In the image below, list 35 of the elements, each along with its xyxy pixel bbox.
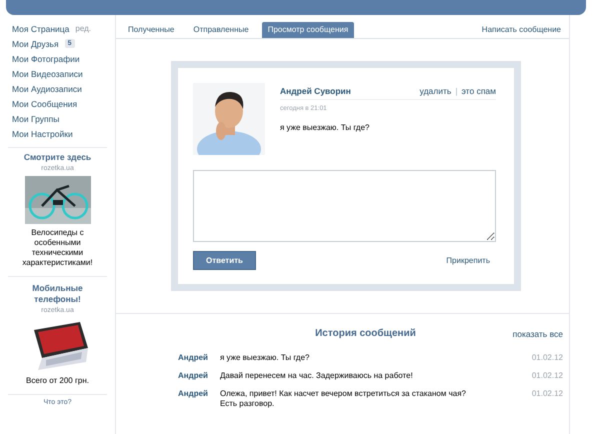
- sender-name[interactable]: Андрей: [178, 371, 220, 381]
- author-name[interactable]: Андрей Суворин: [280, 86, 351, 96]
- message-date: 01.02.12: [532, 353, 563, 363]
- history-text: Олежа, привет! Как насчет вечером встретиться за стаканом чая? Есть разговор.: [220, 389, 467, 409]
- menu-link[interactable]: Мои Друзья: [12, 38, 59, 48]
- menu-link[interactable]: Мои Сообщения: [12, 98, 78, 108]
- menu-link[interactable]: Моя Страница: [12, 24, 70, 34]
- tab[interactable]: Просмотр сообщения: [262, 22, 354, 38]
- message-text: я уже выезжаю. Ты где?: [280, 123, 370, 132]
- action-link[interactable]: удалить: [420, 86, 452, 96]
- sender-name[interactable]: Андрей: [178, 353, 220, 363]
- message-date: 01.02.12: [532, 371, 563, 381]
- show-all-link[interactable]: показать все: [512, 328, 563, 338]
- separator: |: [455, 86, 458, 96]
- menu-link[interactable]: Мои Фотографии: [12, 54, 80, 64]
- message-date: 01.02.12: [532, 389, 563, 400]
- tab[interactable]: Отправленные: [187, 22, 255, 38]
- compose-link[interactable]: Написать сообщение: [482, 25, 561, 38]
- ad-text: Всего от 200 грн.: [25, 376, 90, 386]
- menu-link[interactable]: Мои Группы: [12, 114, 60, 124]
- history-text: я уже выезжаю. Ты где?: [220, 353, 310, 363]
- history-text: Давай перенесем на час. Задерживаюсь на работе!: [220, 371, 414, 381]
- ad-title[interactable]: Смотрите здесь: [18, 152, 98, 163]
- ad-text: Велосипеды с особенными техническими характеристиками!: [21, 228, 94, 268]
- ad-title[interactable]: Мобильные телефоны!: [18, 283, 98, 305]
- attach-link[interactable]: Прикрепить: [446, 256, 490, 265]
- reply-button[interactable]: Ответить: [193, 251, 256, 270]
- tab[interactable]: Полученные: [122, 22, 180, 38]
- menu-link[interactable]: Мои Видеозаписи: [12, 68, 83, 78]
- reply-field[interactable]: [193, 170, 496, 242]
- history-title: История сообщений: [314, 328, 417, 339]
- menu-link[interactable]: Мои Настройки: [12, 128, 73, 138]
- action-link[interactable]: это спам: [462, 86, 496, 96]
- sender-name[interactable]: Андрей: [178, 389, 220, 409]
- menu-link[interactable]: Мои Аудиозаписи: [12, 84, 82, 94]
